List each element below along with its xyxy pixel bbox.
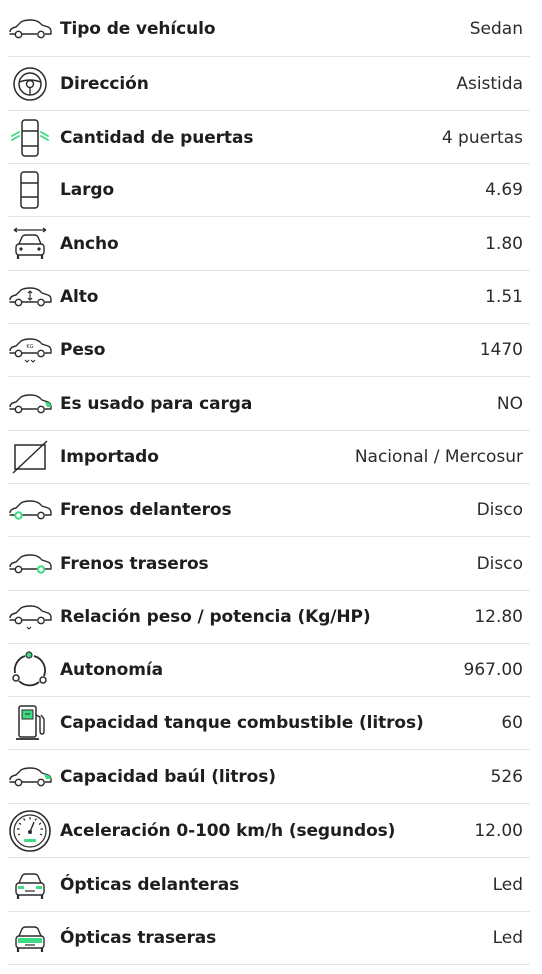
spec-label: Alto [60, 287, 99, 307]
spec-row-weight-power: Relación peso / potencia (Kg/HP) 12.80 [0, 591, 530, 643]
car-length-icon [0, 170, 60, 210]
spec-value: Disco [476, 500, 523, 520]
spec-row-autonomy: Autonomía 967.00 [0, 644, 530, 696]
spec-row-front-brakes: Frenos delanteros Disco [0, 484, 530, 536]
speedometer-icon [0, 809, 60, 853]
spec-value: Led [492, 874, 523, 895]
autonomy-icon [0, 650, 60, 690]
spec-row-width: Ancho 1.80 [0, 217, 530, 270]
spec-label: Autonomía [60, 660, 163, 680]
spec-label: Ancho [60, 233, 119, 254]
spec-label: Relación peso / potencia (Kg/HP) [60, 607, 371, 627]
steering-wheel-icon [0, 66, 60, 102]
rear-brakes-icon [0, 552, 60, 576]
spec-label: Capacidad baúl (litros) [60, 766, 276, 787]
imported-icon [0, 437, 60, 477]
spec-label: Peso [60, 340, 106, 360]
spec-label: Ópticas delanteras [60, 874, 240, 895]
spec-row-vehicle-type: Tipo de vehículo Sedan [0, 2, 530, 56]
car-side-icon [0, 17, 60, 41]
spec-value: 1.80 [485, 233, 523, 254]
spec-row-steering: Dirección Asistida [0, 57, 530, 110]
spec-row-length: Largo 4.69 [0, 164, 530, 216]
spec-row-imported: Importado Nacional / Mercosur [0, 431, 530, 483]
spec-value: Asistida [456, 73, 523, 94]
car-width-icon [0, 224, 60, 264]
svg-text:KG: KG [26, 344, 33, 350]
car-cargo-icon [0, 392, 60, 416]
weight-power-icon [0, 603, 60, 631]
spec-value: Nacional / Mercosur [354, 447, 523, 467]
front-lights-icon [0, 865, 60, 905]
spec-value: 4 puertas [441, 127, 523, 148]
spec-label: Cantidad de puertas [60, 127, 254, 148]
spec-label: Ópticas traseras [60, 928, 217, 948]
trunk-icon [0, 765, 60, 789]
spec-value: Led [492, 928, 523, 948]
spec-label: Capacidad tanque combustible (litros) [60, 713, 424, 733]
spec-row-acceleration: Aceleración 0-100 km/h (segundos) 12.00 [0, 804, 530, 857]
spec-row-trunk: Capacidad baúl (litros) 526 [0, 750, 530, 803]
car-height-icon [0, 285, 60, 309]
spec-value: 12.00 [474, 820, 523, 841]
spec-value: 60 [501, 713, 523, 733]
spec-row-weight: KG Peso 1470 [0, 324, 530, 376]
spec-value: 1.51 [485, 287, 523, 307]
car-weight-icon: KG [0, 336, 60, 364]
spec-label: Frenos traseros [60, 553, 209, 574]
fuel-tank-icon [0, 703, 60, 743]
car-doors-icon [0, 118, 60, 158]
spec-label: Importado [60, 447, 159, 467]
spec-value: 526 [490, 766, 523, 787]
spec-value: Sedan [469, 19, 523, 39]
rear-lights-icon [0, 918, 60, 958]
spec-value: 1470 [479, 340, 523, 360]
spec-row-fuel-tank: Capacidad tanque combustible (litros) 60 [0, 697, 530, 749]
spec-label: Tipo de vehículo [60, 19, 216, 39]
spec-label: Aceleración 0-100 km/h (segundos) [60, 820, 396, 841]
spec-value: 12.80 [474, 607, 523, 627]
divider [8, 964, 530, 965]
spec-value: 4.69 [485, 180, 523, 200]
spec-label: Dirección [60, 73, 149, 94]
spec-value: NO [496, 393, 523, 414]
spec-value: 967.00 [463, 660, 523, 680]
spec-label: Largo [60, 180, 115, 200]
spec-row-doors: Cantidad de puertas 4 puertas [0, 111, 530, 164]
spec-row-cargo: Es usado para carga NO [0, 377, 530, 430]
spec-row-height: Alto 1.51 [0, 271, 530, 323]
spec-row-front-lights: Ópticas delanteras Led [0, 858, 530, 911]
spec-label: Frenos delanteros [60, 500, 232, 520]
spec-row-rear-lights: Ópticas traseras Led [0, 912, 530, 964]
spec-label: Es usado para carga [60, 393, 253, 414]
spec-value: Disco [476, 553, 523, 574]
spec-row-rear-brakes: Frenos traseros Disco [0, 537, 530, 590]
front-brakes-icon [0, 498, 60, 522]
